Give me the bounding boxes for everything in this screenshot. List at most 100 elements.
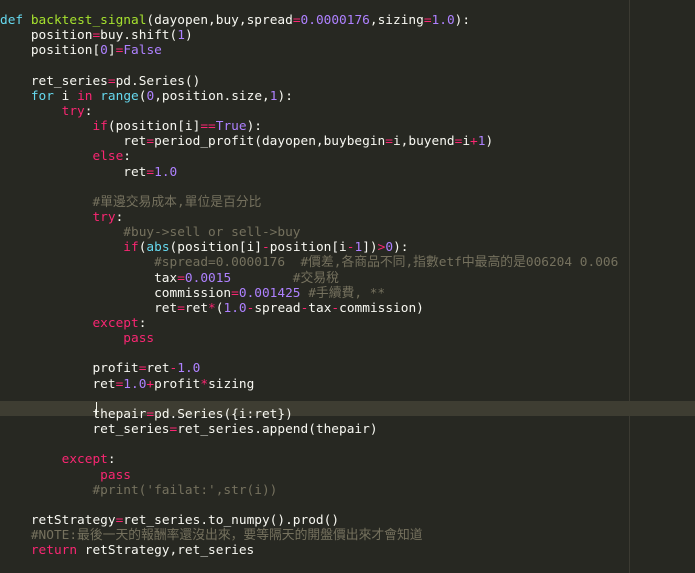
code-line[interactable]: ret_series=ret_series.append(thepair) (0, 422, 377, 437)
code-token: #交易稅 (292, 270, 339, 286)
code-token: True (215, 119, 247, 135)
code-token: 1.0 (431, 13, 455, 28)
code-token: retStrategy,ret_series (77, 543, 255, 559)
code-token: period_profit(dayopen,buybegin (154, 134, 386, 150)
code-token: ): (277, 88, 293, 104)
code-token: (dayopen,buy,spread (146, 13, 293, 28)
code-token: = (177, 270, 185, 286)
code-token: 0.0015 (184, 270, 232, 286)
code-line[interactable]: #buy->sell or sell->buy (0, 225, 300, 240)
code-line[interactable]: pass (0, 468, 131, 483)
code-token: pd.Series({i:ret}) (154, 406, 293, 422)
code-token: + (470, 134, 478, 150)
code-token: : (84, 103, 93, 119)
code-token: profit (0, 361, 139, 377)
code-line[interactable]: ret=1.0+profit*sizing (0, 377, 254, 392)
code-line[interactable]: thepair=pd.Series({i:ret}) (0, 406, 293, 422)
code-token: i (462, 134, 471, 150)
code-token: spread (254, 300, 301, 316)
code-line[interactable]: commission=0.001425 #手續費, ** (0, 286, 385, 301)
code-line[interactable]: profit=ret-1.0 (0, 361, 200, 376)
code-token: range (100, 88, 139, 104)
code-token: def (0, 13, 24, 28)
code-line[interactable]: position[0]=False (0, 43, 162, 58)
code-token: (position[i] (107, 119, 201, 135)
code-token: 1.0 (154, 164, 178, 180)
code-token: - (331, 300, 340, 316)
code-token: backtest_signal (30, 13, 147, 28)
code-line[interactable]: if(abs(position[i]-position[i-1])>0): (0, 240, 408, 255)
code-line[interactable]: ret=period_profit(dayopen,buybegin=i,buy… (0, 134, 493, 149)
code-token: abs (146, 240, 170, 256)
code-editor[interactable]: def backtest_signal(dayopen,buy,spread=0… (0, 0, 695, 573)
code-line[interactable]: for i in range(0,position.size,1): (0, 89, 293, 104)
code-token: = (177, 300, 185, 316)
code-token: 1.0 (123, 376, 147, 392)
code-line[interactable]: except: (0, 452, 116, 467)
code-token: : (138, 316, 147, 331)
code-token: = (231, 285, 239, 301)
code-token: commission) (339, 300, 424, 316)
code-token: = (107, 73, 116, 89)
code-line[interactable]: except: (0, 316, 146, 331)
code-token: = (92, 28, 101, 44)
code-token: if (123, 240, 139, 256)
code-line[interactable]: ret=ret*(1.0-spread-tax-commission) (0, 301, 424, 316)
code-token: ]) (362, 240, 378, 256)
code-token: ] (107, 43, 116, 59)
code-token: i,buyend (392, 134, 455, 150)
code-token: tax (308, 300, 332, 316)
code-token: (position[i] (169, 240, 262, 256)
code-token: #spread=0.0000176 #價差,各商品不同,指數etf中最高的是00… (154, 255, 619, 271)
code-line[interactable]: else: (0, 149, 131, 164)
code-token: = (292, 13, 301, 28)
code-token: tax (0, 270, 178, 286)
code-line[interactable]: #單邊交易成本,單位是百分比 (0, 195, 261, 210)
code-line[interactable]: try: (0, 103, 93, 119)
code-line[interactable]: #print('failat:',str(i)) (0, 483, 277, 498)
code-token: 0 (385, 240, 394, 256)
code-line[interactable]: ret=1.0 (0, 165, 177, 180)
code-line[interactable]: try: (0, 210, 123, 225)
code-token: 0.0000176 (300, 13, 370, 28)
code-token: ) (184, 28, 193, 44)
code-token: for (30, 88, 54, 104)
code-line[interactable]: if(position[i]==True): (0, 119, 262, 134)
code-line[interactable]: position=buy.shift(1) (0, 28, 193, 43)
code-token: #單邊交易成本,單位是百分比 (92, 194, 262, 210)
code-token: position[ (0, 43, 101, 59)
code-token: : (107, 452, 116, 468)
code-line[interactable]: pass (0, 331, 154, 346)
code-token: else (92, 149, 124, 165)
code-token: * (200, 376, 209, 392)
code-token: position (0, 28, 93, 44)
code-line[interactable]: tax=0.0015 #交易稅 (0, 271, 339, 286)
code-token: : (115, 209, 124, 225)
code-line[interactable]: retStrategy=ret_series.to_numpy().prod() (0, 513, 339, 528)
code-token: retStrategy (0, 512, 116, 528)
code-line[interactable]: #spread=0.0000176 #價差,各商品不同,指數etf中最高的是00… (0, 255, 618, 270)
code-token: try (61, 103, 85, 119)
code-token: 1.0 (223, 300, 247, 316)
code-token: #NOTE:最後一天的報酬率還沒出來，要等隔天的開盤價出來才會知道 (30, 528, 423, 544)
code-token: if (92, 119, 108, 135)
code-line[interactable]: ret_series=pd.Series() (0, 73, 201, 89)
code-token: ret (0, 164, 147, 180)
code-token: except (92, 316, 139, 331)
code-line[interactable]: return retStrategy,ret_series (0, 543, 254, 558)
code-line[interactable]: def backtest_signal(dayopen,buy,spread=0… (0, 13, 470, 28)
ruler-guide (629, 0, 630, 573)
code-token: pass (100, 467, 131, 483)
code-token: ret (184, 300, 209, 316)
code-line[interactable]: #NOTE:最後一天的報酬率還沒出來，要等隔天的開盤價出來才會知道 (0, 528, 423, 543)
code-token: = (146, 134, 155, 150)
